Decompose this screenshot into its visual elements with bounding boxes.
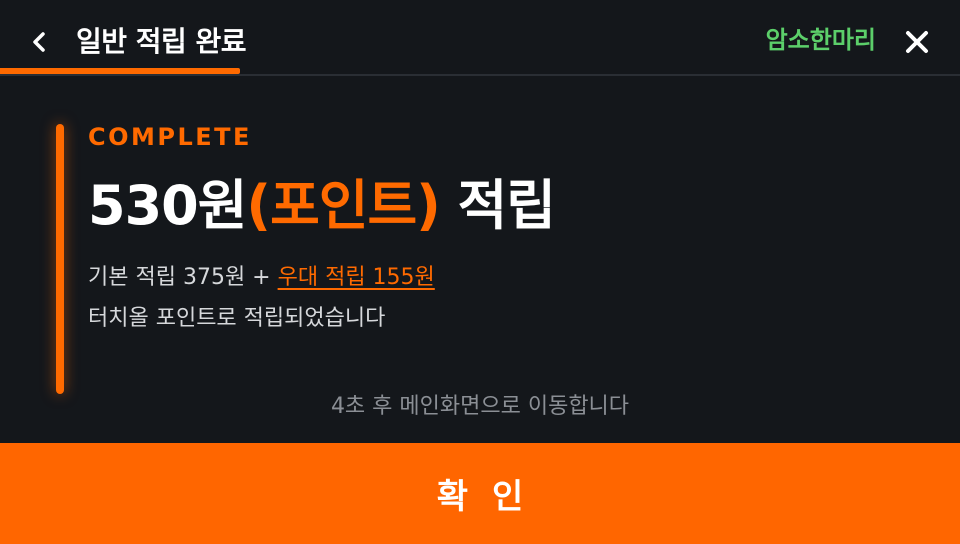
countdown-progress-fill [0, 68, 240, 74]
bonus-earning-link[interactable]: 우대 적립 155원 [278, 265, 435, 290]
chevron-left-icon [33, 32, 45, 52]
confirm-button[interactable]: 확인 [0, 443, 960, 544]
accent-bar [56, 124, 64, 394]
close-icon [906, 31, 928, 53]
earning-message: 터치올 포인트로 적립되었습니다 [88, 306, 386, 331]
store-name: 암소한마리 [765, 26, 876, 54]
back-button[interactable] [22, 22, 56, 62]
redirect-countdown: 4초 후 메인화면으로 이동합니다 [330, 394, 630, 419]
status-label: COMPLETE [88, 123, 252, 151]
earned-action: 적립 [457, 174, 556, 237]
earned-amount: 530원 [88, 174, 247, 237]
header-bar: 일반 적립 완료 암소한마리 [0, 0, 960, 76]
base-earning-text: 기본 적립 375원 + [88, 265, 278, 290]
confirm-button-label: 확인 [436, 477, 548, 517]
close-button[interactable] [900, 24, 934, 60]
amount-unit: (포인트) [246, 174, 440, 237]
earning-breakdown: 기본 적립 375원 + 우대 적립 155원 [88, 262, 435, 294]
earned-amount-heading: 530원(포인트) 적립 [88, 170, 556, 242]
countdown-progress-bar [0, 68, 960, 74]
page-title: 일반 적립 완료 [76, 25, 247, 58]
